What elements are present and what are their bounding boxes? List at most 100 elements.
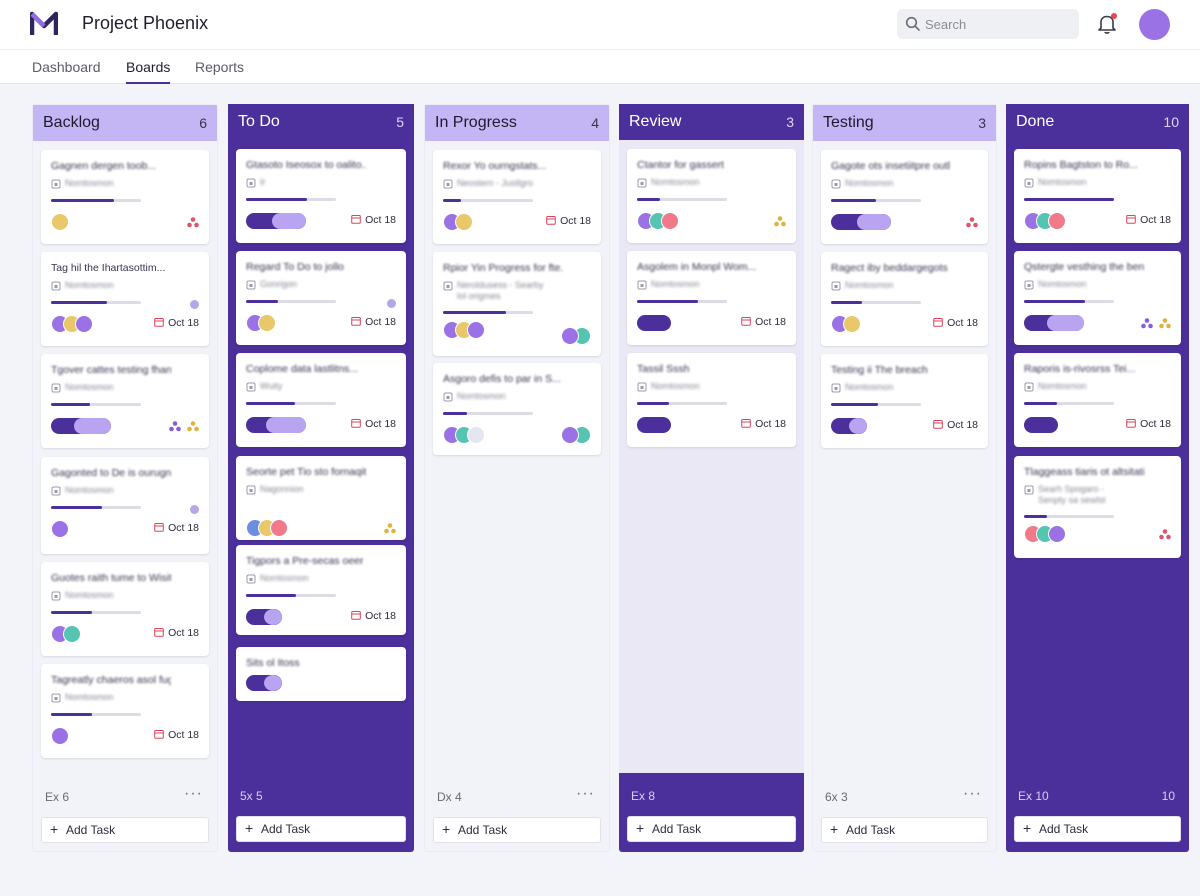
assignee-avatar[interactable]	[270, 519, 288, 537]
task-card[interactable]: Seorte pet Tio sto fornaqite... Nagonnion	[236, 456, 406, 540]
due-date-label: Oct 18	[947, 317, 978, 329]
column-count: 4	[591, 115, 599, 131]
column-footer: 6x 3 ···	[813, 785, 996, 808]
task-card[interactable]: Gagonted to De is ourugno... Nomtosmon Oct…	[41, 457, 209, 554]
more-options-icon[interactable]: ···	[576, 785, 595, 803]
status-toggle[interactable]	[637, 417, 671, 433]
due-date: Oct 18	[154, 317, 199, 329]
status-toggle[interactable]	[246, 675, 282, 691]
status-toggle[interactable]	[831, 418, 867, 434]
progress-fill	[51, 611, 93, 614]
progress-fill	[51, 301, 107, 304]
task-card[interactable]: Gagnen dergen toob... Nomtosmon	[41, 150, 209, 244]
task-card[interactable]: Tgover cattes testing fhano... Nomtosmon	[41, 354, 209, 448]
assignee-avatar[interactable]	[75, 315, 93, 333]
reviewer-avatar[interactable]	[561, 327, 579, 345]
status-toggle[interactable]	[246, 609, 282, 625]
status-toggle[interactable]	[246, 213, 306, 229]
progress-bar	[246, 594, 336, 597]
progress-bar	[831, 403, 921, 406]
reviewer-avatars[interactable]	[561, 426, 591, 444]
task-title: Gtasoto Iseosox to oalito...	[246, 159, 366, 171]
add-task-button[interactable]: + Add Task	[1014, 816, 1181, 842]
add-task-button[interactable]: + Add Task	[41, 817, 209, 843]
task-card[interactable]: Gtasoto Iseosox to oalito... Ir Oct 18	[236, 149, 406, 243]
status-toggle[interactable]	[51, 418, 111, 434]
assignee-avatar[interactable]	[661, 212, 679, 230]
assignee-avatar[interactable]	[51, 520, 69, 538]
task-card[interactable]: Guotes raith tume to Wisit... Nomtosmon Oc…	[41, 562, 209, 656]
task-title: Rpior Yin Progress for fte...	[443, 262, 563, 274]
assignee-avatar[interactable]	[63, 625, 81, 643]
task-type-icon	[831, 281, 841, 291]
progress-bar	[51, 611, 141, 614]
column-title: Done	[1016, 113, 1055, 130]
assignee-avatar[interactable]	[467, 321, 485, 339]
assignee-avatar[interactable]	[455, 213, 473, 231]
search-input[interactable]	[925, 9, 1075, 39]
column-header: In Progress 4	[425, 105, 609, 141]
team-icon	[774, 216, 786, 227]
task-title: Tlaggeass tiaris ot altsitatia...	[1024, 466, 1144, 478]
status-toggle[interactable]	[1024, 315, 1084, 331]
app-logo-icon[interactable]	[30, 11, 58, 37]
task-card[interactable]: Ropins Bagtston to Ro... Nomtosmon Oct 18	[1014, 149, 1181, 243]
task-card[interactable]: Coplome data lastlitns... Wuity Oct 18	[236, 353, 406, 447]
user-avatar[interactable]	[1139, 9, 1170, 40]
status-toggle[interactable]	[637, 315, 671, 331]
task-card[interactable]: Regard To Do to jollo Gonrigon Oct 18	[236, 251, 406, 345]
progress-fill	[1024, 300, 1086, 303]
status-toggle[interactable]	[246, 417, 306, 433]
tab-dashboard[interactable]: Dashboard	[32, 59, 101, 84]
task-card[interactable]: Sits ol Itoss	[236, 647, 406, 701]
assignee-avatar[interactable]	[51, 727, 69, 745]
progress-bar	[51, 403, 141, 406]
task-meta: Nomtosmon	[1038, 279, 1087, 289]
task-card[interactable]: Rexor Yo ourngstats... Neostern - Justlgr…	[433, 150, 601, 244]
task-card[interactable]: Asgoro defis to par in S... Nomtosmon	[433, 363, 601, 455]
assignee-avatar[interactable]	[467, 426, 485, 444]
add-task-button[interactable]: + Add Task	[821, 817, 988, 843]
task-meta: Nomtosmon	[65, 590, 114, 600]
tab-reports[interactable]: Reports	[195, 59, 244, 84]
tab-boards[interactable]: Boards	[126, 59, 171, 84]
task-card[interactable]: Ctantor for gassert Nomtosmon	[627, 149, 796, 243]
task-card[interactable]: Gagote ots insetiitpre outl... Nomtosmon	[821, 150, 988, 244]
task-card[interactable]: Tassil Sssh Nomtosmon Oct 18	[627, 353, 796, 447]
search-box[interactable]	[897, 9, 1079, 39]
add-task-button[interactable]: + Add Task	[236, 816, 406, 842]
task-card[interactable]: Rpior Yin Progress for fte... Neroldusess…	[433, 252, 601, 356]
task-type-icon	[51, 383, 61, 393]
task-card[interactable]: Tag hil the Ihartasottim... Nomtosmon Oct …	[41, 252, 209, 346]
status-toggle[interactable]	[831, 214, 891, 230]
reviewer-avatars[interactable]	[561, 327, 591, 345]
assignee-avatar[interactable]	[258, 314, 276, 332]
task-card[interactable]: Testing ii The breach Nomtosmon Oct 18	[821, 354, 988, 448]
task-card[interactable]: Tlaggeass tiaris ot altsitatia... Searh S…	[1014, 456, 1181, 558]
due-date-label: Oct 18	[168, 317, 199, 329]
column-footer: Ex 8	[619, 787, 804, 807]
due-date-label: Oct 18	[168, 729, 199, 741]
column-count: 5	[396, 114, 404, 130]
assignee-avatar[interactable]	[843, 315, 861, 333]
progress-fill	[831, 199, 876, 202]
add-task-button[interactable]: + Add Task	[627, 816, 796, 842]
progress-bar	[246, 300, 336, 303]
assignee-avatar[interactable]	[1048, 525, 1066, 543]
due-date-label: Oct 18	[168, 522, 199, 534]
status-toggle[interactable]	[1024, 417, 1058, 433]
add-task-button[interactable]: + Add Task	[433, 817, 601, 843]
more-options-icon[interactable]: ···	[184, 785, 203, 803]
task-card[interactable]: Tigpors a Pre-secas oeer Nomtosmon Oct 18	[236, 545, 406, 635]
assignee-avatar[interactable]	[51, 213, 69, 231]
assignee-avatar[interactable]	[1048, 212, 1066, 230]
more-options-icon[interactable]: ···	[963, 785, 982, 803]
reviewer-avatar[interactable]	[561, 426, 579, 444]
task-card[interactable]: Ragect iby beddargegots Nomtosmon Oct 18	[821, 252, 988, 346]
progress-bar	[51, 199, 141, 202]
task-card[interactable]: Qstergte vesthing the ben... Nomtosmon	[1014, 251, 1181, 345]
task-card[interactable]: Asgolem in Monpl Wom... Nomtosmon Oct 18	[627, 251, 796, 345]
task-card[interactable]: Raporis is-rivosrss Tei... Nomtosmon Oct 1…	[1014, 353, 1181, 447]
task-title: Tgover cattes testing fhano...	[51, 364, 171, 376]
task-card[interactable]: Tagreatly chaeros asol fugh... Nomtosmon O…	[41, 664, 209, 758]
